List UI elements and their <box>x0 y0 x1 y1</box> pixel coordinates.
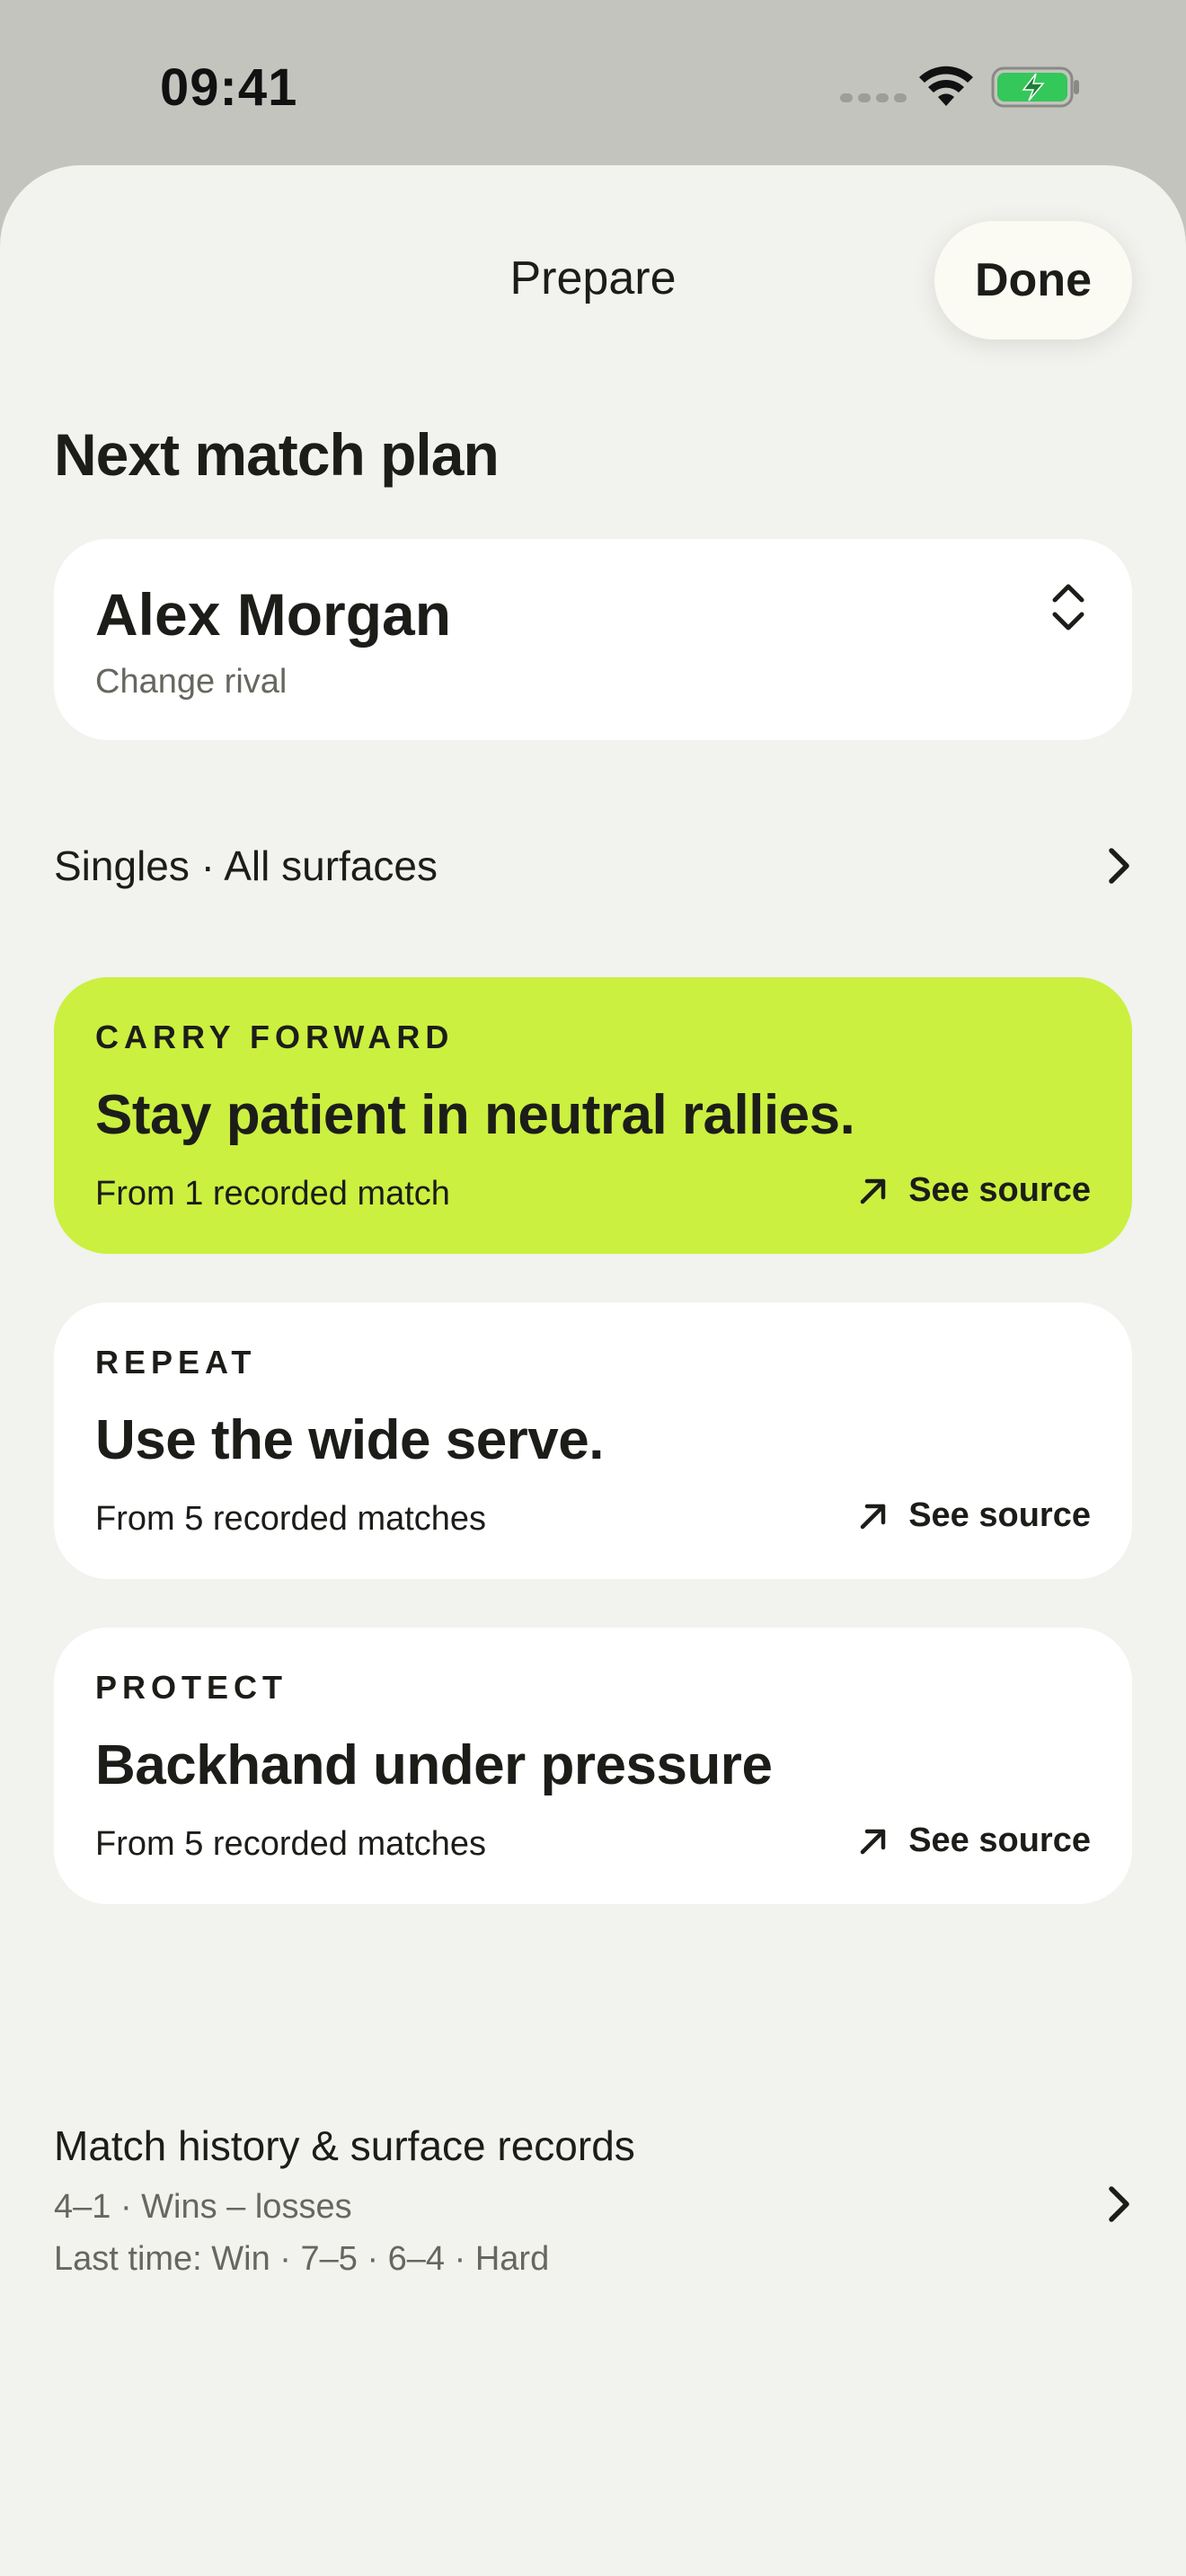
change-rival-label: Change rival <box>95 663 288 701</box>
section-heading: Next match plan <box>54 421 500 488</box>
battery-charging-icon <box>991 66 1079 108</box>
wifi-icon <box>919 66 973 106</box>
plan-card-protect[interactable]: PROTECT Backhand under pressure From 5 r… <box>54 1628 1132 1904</box>
match-filter-row[interactable]: Singles · All surfaces <box>54 821 1132 911</box>
plan-card-title: Use the wide serve. <box>95 1409 605 1471</box>
see-source-label: See source <box>908 1496 1091 1534</box>
done-button[interactable]: Done <box>934 221 1132 340</box>
chevron-up-down-icon <box>1052 584 1084 631</box>
see-source-label: See source <box>908 1822 1091 1859</box>
plan-card-kicker: REPEAT <box>95 1344 257 1381</box>
plan-card-meta: From 5 recorded matches <box>95 1500 487 1538</box>
plan-card-carry-forward[interactable]: CARRY FORWARD Stay patient in neutral ra… <box>54 977 1132 1254</box>
signal-dots-icon <box>840 93 907 102</box>
history-title: Match history & surface records <box>54 2122 635 2169</box>
plan-card-kicker: CARRY FORWARD <box>95 1019 455 1055</box>
arrow-up-right-icon <box>860 1829 886 1854</box>
rival-selector[interactable]: Alex Morgan Change rival <box>54 539 1132 740</box>
plan-card-title: Stay patient in neutral rallies. <box>95 1084 855 1146</box>
see-source-link[interactable]: See source <box>858 1496 1091 1535</box>
arrow-up-right-icon <box>860 1504 886 1529</box>
arrow-up-right-icon <box>860 1178 886 1204</box>
plan-card-title: Backhand under pressure <box>95 1734 773 1796</box>
plan-card-repeat[interactable]: REPEAT Use the wide serve. From 5 record… <box>54 1302 1132 1579</box>
status-bar: 09:41 <box>0 0 1186 171</box>
see-source-label: See source <box>908 1171 1091 1209</box>
status-time: 09:41 <box>160 58 298 117</box>
history-record: 4–1 · Wins – losses <box>54 2188 352 2226</box>
chevron-right-icon <box>1109 2186 1129 2222</box>
plan-card-kicker: PROTECT <box>95 1669 288 1706</box>
plan-card-meta: From 1 recorded match <box>95 1175 450 1213</box>
chevron-right-icon <box>1109 848 1129 884</box>
plan-card-meta: From 5 recorded matches <box>95 1825 487 1863</box>
see-source-link[interactable]: See source <box>858 1171 1091 1210</box>
prepare-sheet: Prepare Done Next match plan Alex Morgan… <box>0 165 1186 2576</box>
match-history-row[interactable]: Match history & surface records 4–1 · Wi… <box>54 2122 1132 2292</box>
rival-name: Alex Morgan <box>95 581 452 648</box>
see-source-link[interactable]: See source <box>858 1822 1091 1860</box>
history-last-time: Last time: Win · 7–5 · 6–4 · Hard <box>54 2240 550 2278</box>
filter-label: Singles · All surfaces <box>54 842 438 889</box>
